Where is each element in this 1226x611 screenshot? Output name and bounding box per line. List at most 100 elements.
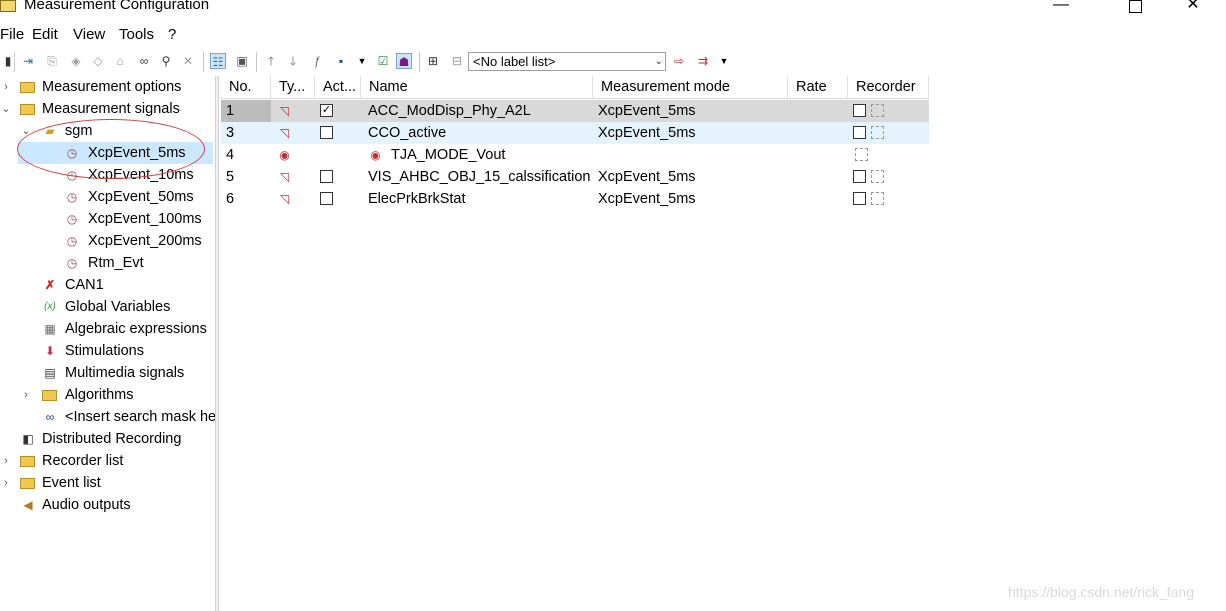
close-button[interactable]: ✕ [1170,0,1216,18]
row-number: 6 [226,191,235,207]
tree-item-label: Global Variables [65,299,171,315]
tree-item-label: XcpEvent_5ms [88,145,186,161]
table-row[interactable]: 4 ◉ ◉ TJA_MODE_Vout [221,144,929,166]
tree-item-xcpevent-200ms[interactable]: ◷ XcpEvent_200ms [0,230,215,252]
group-icon[interactable]: ⌂ [112,53,128,69]
export-icon[interactable]: ⇉ [695,53,711,69]
configuration-tree[interactable]: › Measurement options ⌄ Measurement sign… [0,76,215,611]
tree-item-xcpevent-5ms[interactable]: ◷ XcpEvent_5ms [18,142,213,164]
collapse-icon[interactable]: ⊟ [449,53,465,69]
binoculars-icon[interactable]: ∞ [136,53,152,69]
tree-item-label: Audio outputs [42,497,131,513]
chevron-right-icon[interactable]: › [0,450,12,472]
tree-item-algebraic-expressions[interactable]: ▦ Algebraic expressions [0,318,215,340]
row-number: 3 [226,125,235,141]
chevron-down-icon[interactable]: ⌄ [0,98,12,120]
menu-tools[interactable]: Tools [119,26,154,43]
active-checkbox[interactable] [320,192,333,205]
tree-item-can1[interactable]: ✗ CAN1 [0,274,215,296]
menu-bar: File Edit View Tools ? [0,24,1226,46]
branch-icon[interactable]: ◇ [90,53,106,69]
arrow-up-icon[interactable]: 🡑 [263,53,279,69]
tree-item-sgm[interactable]: ⌄ ▰ sgm [0,120,215,142]
tree-item-algorithms[interactable]: › Algorithms [0,384,215,406]
toolbar-separator [14,52,15,72]
unlink-icon[interactable]: ◈ [68,53,84,69]
measurement-mode[interactable]: XcpEvent_5ms [598,166,696,188]
column-header-measurement-mode[interactable]: Measurement mode [593,76,788,98]
column-header-no[interactable]: No. [221,76,271,98]
label-icon[interactable]: ⇨ [671,53,687,69]
tree-item-recorder-list[interactable]: › Recorder list [0,450,215,472]
title-bar: Measurement Configuration — ✕ [0,0,1226,22]
measurement-mode[interactable]: XcpEvent_5ms [598,122,696,144]
tree-item-stimulations[interactable]: ⬇ Stimulations [0,340,215,362]
tree-item-event-list[interactable]: › Event list [0,472,215,494]
tree-item-xcpevent-50ms[interactable]: ◷ XcpEvent_50ms [0,186,215,208]
dropdown-icon[interactable]: ▼ [716,53,732,69]
tree-item-xcpevent-10ms[interactable]: ◷ XcpEvent_10ms [0,164,215,186]
chevron-right-icon[interactable]: › [0,76,12,98]
tree-item-measurement-signals[interactable]: ⌄ Measurement signals [0,98,215,120]
tree-item-audio-outputs[interactable]: ◀ Audio outputs [0,494,215,516]
timer-icon: ◷ [66,190,78,204]
timer-icon: ◷ [66,234,78,248]
label-list-select[interactable]: <No label list> ⌄ [468,52,666,71]
column-header-recorder[interactable]: Recorder [848,76,929,98]
measurement-mode[interactable]: XcpEvent_5ms [598,100,696,122]
active-checkbox[interactable] [320,126,333,139]
row-number: 5 [226,169,235,185]
menu-view[interactable]: View [73,26,105,43]
column-header-name[interactable]: Name [361,76,593,98]
recorder-checkbox[interactable] [853,170,866,183]
active-checkbox[interactable]: ✓ [320,104,333,117]
column-header-active[interactable]: Act... [315,76,361,98]
link-icon[interactable]: ⎘ [44,53,60,69]
tree-item-distributed-recording[interactable]: ◧ Distributed Recording [0,428,215,450]
tree-item-global-variables[interactable]: (x) Global Variables [0,296,215,318]
menu-edit[interactable]: Edit [32,26,58,43]
minimize-button[interactable]: — [1038,0,1084,18]
signal-grid: No. Ty... Act... Name Measurement mode R… [221,76,1226,611]
tree-item-label: Distributed Recording [42,431,182,447]
agent-icon[interactable]: ☗ [396,53,412,69]
find-icon[interactable]: ⚲ [158,53,174,69]
chevron-down-icon[interactable]: ⌄ [20,120,32,142]
chevron-right-icon[interactable]: › [20,384,32,406]
column-header-rate[interactable]: Rate [788,76,848,98]
measurement-mode[interactable]: XcpEvent_5ms [598,188,696,210]
recorder-checkbox[interactable] [853,104,866,117]
tree-item-measurement-options[interactable]: › Measurement options [0,76,215,98]
table-row[interactable]: 5 ◹ VIS_AHBC_OBJ_15_calssification XcpEv… [221,166,929,188]
checkbox-icon[interactable]: ☑ [375,53,391,69]
menu-file[interactable]: File [0,26,24,43]
recorder-checkbox[interactable] [853,126,866,139]
dropdown-icon[interactable]: ▼ [354,53,370,69]
insert-icon[interactable]: ⇥ [20,53,36,69]
tree-item-search-mask[interactable]: ∞ <Insert search mask he [0,406,215,428]
table-row[interactable]: 1 ◹ ✓ ACC_ModDisp_Phy_A2L XcpEvent_5ms [221,100,929,122]
tree-item-rtm-evt[interactable]: ◷ Rtm_Evt [0,252,215,274]
expand-icon[interactable]: ⊞ [425,53,441,69]
watermark: https://blog.csdn.net/rick_fang [1008,584,1194,600]
view-tree-icon[interactable]: ☷ [210,53,226,69]
recorder-icon [855,148,868,161]
save-icon[interactable]: ▪ [333,53,349,69]
view-grid-icon[interactable]: ▣ [234,53,250,69]
chevron-right-icon[interactable]: › [0,472,12,494]
active-checkbox[interactable] [320,170,333,183]
table-row[interactable]: 3 ◹ CCO_active XcpEvent_5ms [221,122,929,144]
column-header-type[interactable]: Ty... [271,76,315,98]
pane-splitter[interactable] [215,76,219,611]
delete-icon[interactable]: ✕ [180,53,196,69]
function-icon[interactable]: ƒ [309,53,325,69]
recorder-checkbox[interactable] [853,192,866,205]
table-row[interactable]: 6 ◹ ElecPrkBrkStat XcpEvent_5ms [221,188,929,210]
tree-item-multimedia-signals[interactable]: ▤ Multimedia signals [0,362,215,384]
menu-help[interactable]: ? [168,26,176,43]
distributed-icon: ◧ [22,432,34,446]
tree-item-xcpevent-100ms[interactable]: ◷ XcpEvent_100ms [0,208,215,230]
arrow-down-icon[interactable]: 🡓 [285,53,301,69]
maximize-button[interactable] [1112,0,1158,18]
row-number: 4 [226,147,235,163]
